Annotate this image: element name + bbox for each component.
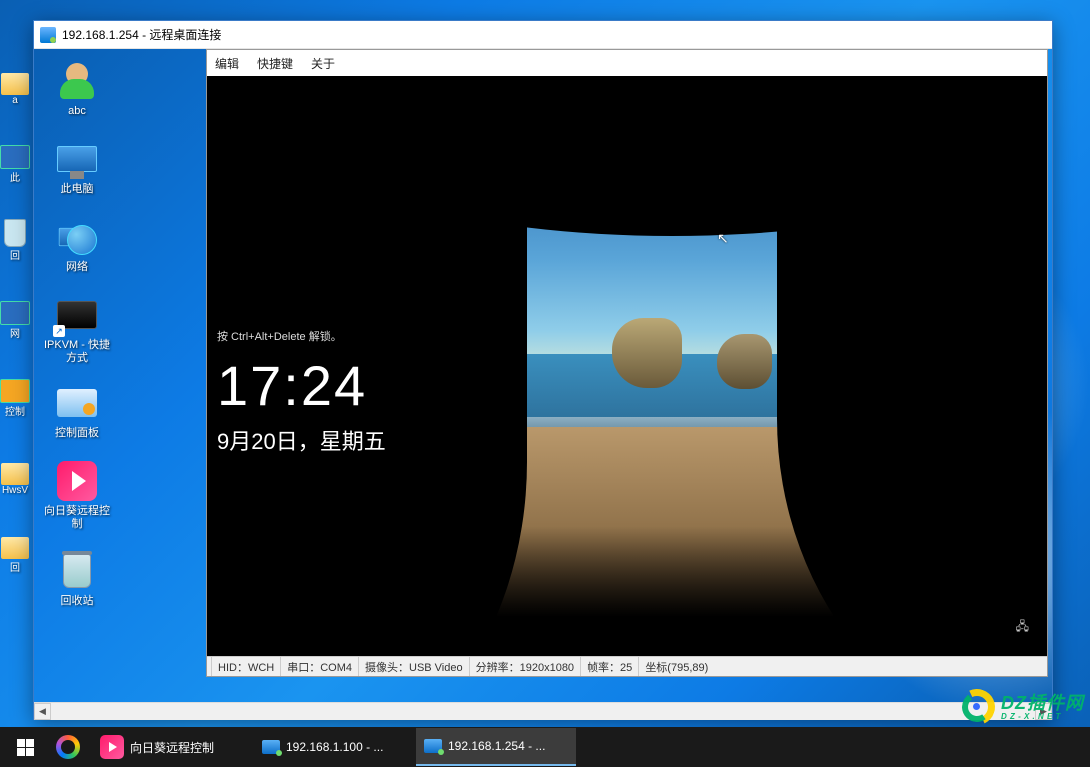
control-panel-icon (57, 389, 97, 417)
rdp-icon (424, 739, 442, 753)
host-icon-folder[interactable]: a (0, 30, 30, 108)
host-desktop-icons-left: a 此 回 网 控制 HwsV 回 (0, 30, 30, 576)
desktop-icon-sunlogin[interactable]: 向日葵远程控制 (40, 455, 114, 545)
watermark-logo-icon (959, 689, 995, 725)
app-statusbar: HID：WCH 串口：COM4 摄像头：USB Video 分辨率：1920x1… (207, 656, 1047, 676)
lockscreen-text: 按 Ctrl+Alt+Delete 解锁。 17:24 9月20日，星期五 (217, 328, 386, 456)
app-menubar: 编辑 快捷键 关于 (207, 50, 1047, 76)
desktop-icon-thispc[interactable]: 此电脑 (40, 133, 114, 211)
taskbar-rdp-1[interactable]: 192.168.1.100 - ... (254, 728, 414, 766)
status-serial: 串口：COM4 (281, 657, 359, 676)
menu-about[interactable]: 关于 (311, 55, 335, 72)
unlock-hint: 按 Ctrl+Alt+Delete 解锁。 (217, 328, 386, 344)
rdp-icon (40, 27, 56, 43)
windows-logo-icon (17, 739, 34, 756)
monitor-icon (57, 146, 97, 172)
rdp-titlebar[interactable]: 192.168.1.254 - 远程桌面连接 (34, 21, 1052, 49)
ipkvm-app-window: 编辑 快捷键 关于 (206, 49, 1048, 677)
host-icon-recycle[interactable]: 回 (0, 186, 30, 264)
start-button[interactable] (6, 728, 44, 766)
network-status-icon: 🖧 (1016, 617, 1029, 638)
remote-cursor-icon: ↖ (717, 230, 729, 247)
menu-edit[interactable]: 编辑 (215, 55, 239, 72)
taskbar-browser[interactable] (46, 728, 90, 766)
rdp-title-text: 192.168.1.254 - 远程桌面连接 (62, 26, 221, 43)
rdp-icon (262, 740, 280, 754)
clock-time: 17:24 (217, 358, 386, 414)
rdp-window: 192.168.1.254 - 远程桌面连接 abc 此电脑 网络 ↗ IPKV… (33, 20, 1053, 720)
sunlogin-icon (100, 735, 124, 759)
watermark-subtext: D Z - X . N E T (1001, 713, 1084, 721)
kvm-video-canvas[interactable]: ↖ 🖧 按 Ctrl+Alt+Delete 解锁。 17:24 9月20日，星期… (207, 76, 1047, 656)
desktop-icon-abc[interactable]: abc (40, 55, 114, 133)
shortcut-arrow-icon: ↗ (53, 325, 65, 337)
status-hid: HID：WCH (211, 657, 281, 676)
host-icon-folder2[interactable]: HwsV (0, 420, 30, 498)
sunlogin-icon (57, 461, 97, 501)
status-resolution: 分辨率：1920x1080 (470, 657, 581, 676)
taskbar-rdp-2[interactable]: 192.168.1.254 - ... (416, 728, 576, 766)
user-body-icon (60, 79, 94, 99)
remote-desktop-icons: abc 此电脑 网络 ↗ IPKVM - 快捷方式 控制面板 向日葵远程控制 (40, 55, 114, 623)
rdp-body: abc 此电脑 网络 ↗ IPKVM - 快捷方式 控制面板 向日葵远程控制 (34, 49, 1052, 702)
scroll-track[interactable] (51, 703, 1035, 720)
host-icon-thispc[interactable]: 此 (0, 108, 30, 186)
desktop-icon-recycle-bin[interactable]: 回收站 (40, 545, 114, 623)
recycle-bin-icon (63, 554, 91, 588)
taskbar-sunlogin[interactable]: 向日葵远程控制 (92, 728, 252, 766)
horizontal-scrollbar[interactable]: ◀ ▶ (34, 702, 1052, 719)
desktop-icon-network[interactable]: 网络 (40, 211, 114, 289)
clock-date: 9月20日，星期五 (217, 424, 386, 456)
scroll-left-icon[interactable]: ◀ (34, 703, 51, 720)
rock-icon (612, 318, 682, 388)
host-taskbar: 向日葵远程控制 192.168.1.100 - ... 192.168.1.25… (0, 727, 1090, 767)
host-icon-control[interactable]: 控制 (0, 342, 30, 420)
watermark-text: DZ插件网 (1001, 693, 1084, 713)
browser-icon (56, 735, 80, 759)
globe-icon (67, 225, 97, 255)
menu-shortcut[interactable]: 快捷键 (257, 55, 293, 72)
desktop-icon-ipkvm[interactable]: ↗ IPKVM - 快捷方式 (40, 289, 114, 377)
lockscreen-scene: ↖ 🖧 (297, 136, 1047, 656)
desktop-icon-control-panel[interactable]: 控制面板 (40, 377, 114, 455)
status-fps: 帧率：25 (581, 657, 639, 676)
watermark: DZ插件网 D Z - X . N E T (959, 689, 1084, 725)
status-camera: 摄像头：USB Video (359, 657, 470, 676)
host-icon-folder3[interactable]: 回 (0, 498, 30, 576)
status-coords: 坐标(795,89) (639, 657, 714, 676)
host-icon-network[interactable]: 网 (0, 264, 30, 342)
rock-icon (717, 334, 772, 389)
